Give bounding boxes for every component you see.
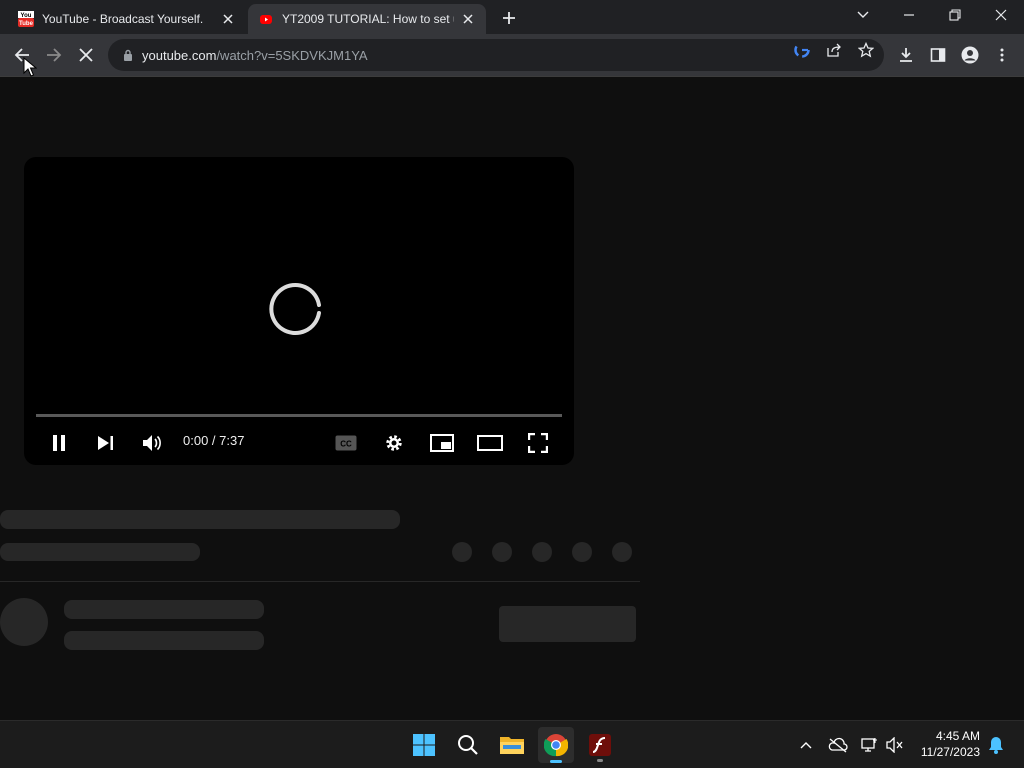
volume-icon[interactable]	[139, 429, 165, 457]
tab-title: YouTube - Broadcast Yourself.	[42, 12, 204, 26]
network-icon[interactable]	[860, 735, 880, 755]
side-panel-icon[interactable]	[928, 45, 948, 65]
url-text[interactable]: youtube.com/watch?v=5SKDVKJM1YA	[142, 48, 884, 63]
windows-taskbar: 4:45 AM 11/27/2023	[0, 720, 1024, 768]
active-app-indicator	[550, 760, 562, 763]
browser-toolbar: youtube.com/watch?v=5SKDVKJM1YA	[0, 34, 1024, 77]
download-icon[interactable]	[896, 45, 916, 65]
bookmark-star-icon[interactable]	[856, 40, 876, 60]
new-tab-button[interactable]	[498, 7, 520, 29]
svg-text:Tube: Tube	[19, 21, 34, 27]
system-clock[interactable]: 4:45 AM 11/27/2023	[921, 728, 980, 760]
video-time-display: 0:00 / 7:37	[183, 433, 245, 448]
close-tab-icon[interactable]	[220, 11, 236, 27]
loading-spinner-icon	[269, 283, 321, 335]
share-icon[interactable]	[824, 40, 844, 60]
volume-muted-icon[interactable]	[885, 735, 905, 755]
tab-yt2009-tutorial[interactable]: YT2009 TUTORIAL: How to set up	[248, 4, 486, 34]
google-lens-icon[interactable]	[792, 40, 812, 60]
show-hidden-icons-chevron-icon[interactable]	[796, 735, 816, 755]
windows-start-icon[interactable]	[406, 727, 442, 763]
open-app-indicator	[597, 759, 603, 762]
url-path: /watch?v=5SKDVKJM1YA	[216, 47, 368, 63]
content-divider	[0, 581, 640, 582]
close-tab-icon[interactable]	[460, 11, 476, 27]
youtube-play-icon	[258, 11, 274, 27]
subscribe-button-placeholder	[499, 606, 636, 642]
forward-arrow-icon[interactable]	[41, 42, 67, 68]
title-placeholder	[0, 510, 400, 529]
search-icon[interactable]	[450, 727, 486, 763]
action-button-placeholder	[572, 542, 592, 562]
miniplayer-icon[interactable]	[428, 429, 456, 457]
file-explorer-icon[interactable]	[494, 727, 530, 763]
page-content: 0:00 / 7:37 CC	[0, 77, 1024, 720]
svg-text:CC: CC	[340, 440, 352, 449]
subscriber-count-placeholder	[64, 631, 264, 650]
action-button-placeholder	[612, 542, 632, 562]
pause-button[interactable]	[46, 429, 72, 457]
next-video-button[interactable]	[93, 429, 119, 457]
action-button-placeholder	[452, 542, 472, 562]
tab-title: YT2009 TUTORIAL: How to set up	[282, 12, 454, 26]
views-placeholder	[0, 543, 200, 561]
clock-time: 4:45 AM	[935, 729, 980, 743]
url-host: youtube.com	[142, 47, 217, 63]
onedrive-offline-icon[interactable]	[828, 735, 848, 755]
flash-player-icon[interactable]	[582, 727, 618, 763]
chrome-menu-icon[interactable]	[992, 45, 1012, 65]
lock-icon[interactable]	[120, 49, 136, 61]
tab-strip: You Tube YouTube - Broadcast Yourself. YT…	[0, 0, 1024, 34]
video-progress-bar[interactable]	[36, 414, 562, 417]
close-window-icon[interactable]	[978, 0, 1024, 30]
minimize-icon[interactable]	[886, 0, 932, 30]
chrome-taskbar-icon[interactable]	[538, 727, 574, 763]
notification-bell-icon[interactable]	[986, 735, 1006, 755]
action-button-placeholder	[492, 542, 512, 562]
channel-avatar-placeholder	[0, 598, 48, 646]
youtube-2009-logo-icon: You Tube	[18, 11, 34, 27]
stop-loading-icon[interactable]	[73, 42, 99, 68]
tab-youtube-broadcast[interactable]: You Tube YouTube - Broadcast Yourself.	[8, 4, 246, 34]
tab-search-icon[interactable]	[840, 0, 886, 30]
clock-date: 11/27/2023	[920, 745, 980, 759]
svg-text:You: You	[21, 13, 32, 19]
profile-icon[interactable]	[960, 45, 980, 65]
subtitles-cc-icon[interactable]: CC	[333, 429, 359, 457]
theater-mode-icon[interactable]	[476, 429, 504, 457]
video-player[interactable]: 0:00 / 7:37 CC	[24, 157, 574, 465]
settings-gear-icon[interactable]	[381, 429, 407, 457]
action-button-placeholder	[532, 542, 552, 562]
channel-name-placeholder	[64, 600, 264, 619]
address-bar[interactable]: youtube.com/watch?v=5SKDVKJM1YA	[108, 39, 884, 71]
fullscreen-icon[interactable]	[524, 429, 552, 457]
mouse-cursor-icon	[23, 57, 37, 77]
restore-icon[interactable]	[932, 0, 978, 30]
